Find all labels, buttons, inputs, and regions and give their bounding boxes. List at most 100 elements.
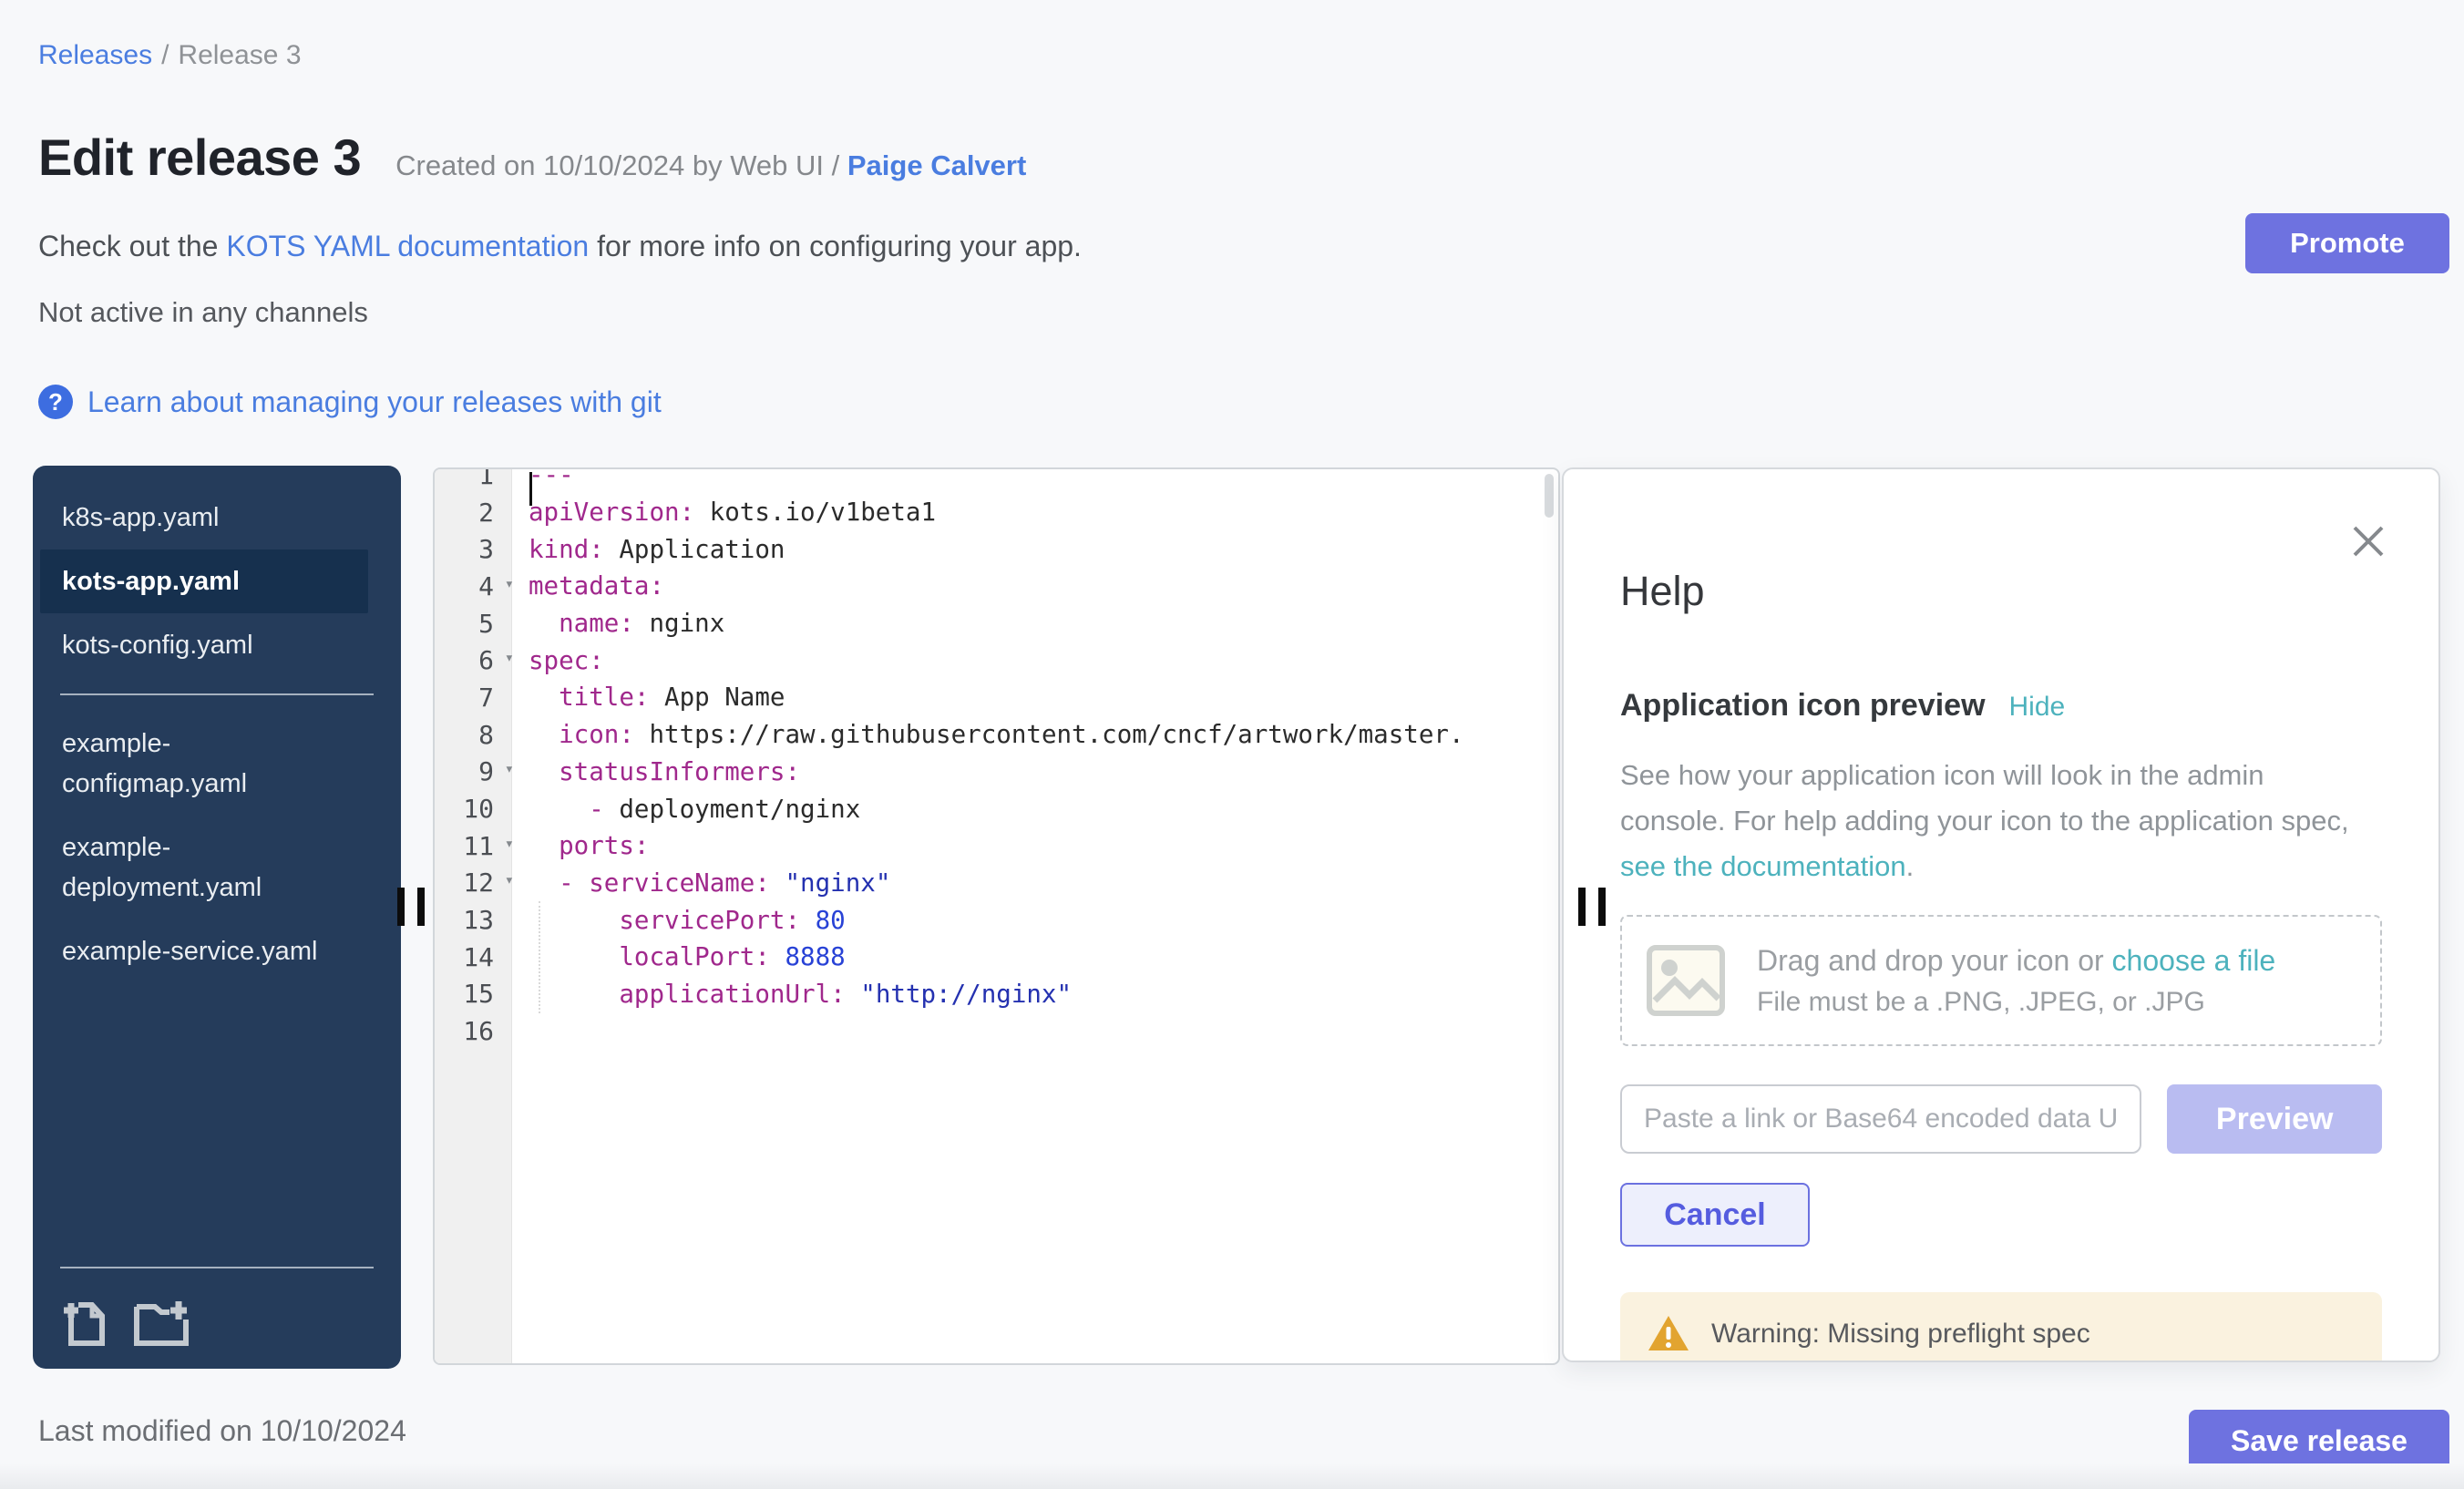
- editor-scrollbar[interactable]: [1545, 474, 1554, 518]
- file-item-example-service.yaml[interactable]: example-service.yaml: [33, 919, 361, 983]
- icon-dropzone[interactable]: Drag and drop your icon or choose a file…: [1620, 915, 2382, 1046]
- file-item-k8s-app.yaml[interactable]: k8s-app.yaml: [33, 486, 361, 549]
- warning-title: Warning: Missing preflight spec: [1711, 1314, 2301, 1354]
- code-line-2[interactable]: 2apiVersion: kots.io/v1beta1: [435, 494, 1558, 531]
- last-modified-text: Last modified on 10/10/2024: [38, 1414, 406, 1448]
- promote-button[interactable]: Promote: [2245, 213, 2449, 273]
- fold-arrow-icon[interactable]: ▾: [505, 871, 514, 889]
- code-line-11[interactable]: 11▾ ports:: [435, 827, 1558, 865]
- code-line-15[interactable]: 15 applicationUrl: "http://nginx": [435, 976, 1558, 1013]
- file-item-kots-config.yaml[interactable]: kots-config.yaml: [33, 613, 361, 677]
- code-line-6[interactable]: 6▾spec:: [435, 642, 1558, 679]
- code-text: - serviceName: "nginx": [512, 868, 890, 898]
- code-line-7[interactable]: 7 title: App Name: [435, 679, 1558, 716]
- code-text: apiVersion: kots.io/v1beta1: [512, 498, 936, 527]
- created-text: Created on 10/10/2024 by Web UI /: [395, 149, 839, 181]
- new-file-icon[interactable]: [62, 1296, 109, 1349]
- code-line-8[interactable]: 8 icon: https://raw.githubusercontent.co…: [435, 716, 1558, 754]
- code-line-14[interactable]: 14 localPort: 8888: [435, 939, 1558, 976]
- code-text: kind: Application: [512, 535, 785, 564]
- fold-arrow-icon[interactable]: ▾: [505, 835, 514, 853]
- git-releases-link[interactable]: Learn about managing your releases with …: [87, 385, 662, 419]
- breadcrumb-releases-link[interactable]: Releases: [38, 40, 152, 70]
- sidebar-resize-handle[interactable]: [397, 888, 427, 926]
- line-number: 6▾: [435, 645, 512, 675]
- file-item-kots-app.yaml[interactable]: kots-app.yaml: [40, 549, 368, 613]
- code-line-16[interactable]: 16: [435, 1012, 1558, 1050]
- preflight-warning-box: Warning: Missing preflight spec Warning …: [1620, 1292, 2382, 1362]
- dropzone-text: Drag and drop your icon or choose a file: [1757, 944, 2275, 978]
- icon-preview-description: See how your application icon will look …: [1620, 753, 2377, 889]
- new-folder-icon[interactable]: [133, 1296, 191, 1349]
- choose-file-link[interactable]: choose a file: [2112, 944, 2276, 977]
- line-number: 5: [435, 609, 512, 639]
- breadcrumb-separator: /: [161, 40, 169, 70]
- code-line-12[interactable]: 12▾ - serviceName: "nginx": [435, 865, 1558, 902]
- code-line-9[interactable]: 9▾ statusInformers:: [435, 754, 1558, 791]
- editor-caret: [529, 472, 532, 506]
- save-release-button[interactable]: Save release: [2189, 1410, 2449, 1472]
- line-number: 13: [435, 905, 512, 935]
- file-list-bottom: example-configmap.yamlexample-deployment…: [33, 712, 401, 983]
- code-lines: 1---2apiVersion: kots.io/v1beta13kind: A…: [435, 467, 1558, 1050]
- help-panel-title: Help: [1620, 568, 2382, 615]
- question-mark-icon: ?: [38, 385, 73, 419]
- code-text: name: nginx: [512, 609, 724, 638]
- code-line-3[interactable]: 3kind: Application: [435, 530, 1558, 568]
- created-author-link[interactable]: Paige Calvert: [847, 149, 1026, 181]
- code-line-4[interactable]: 4▾metadata:: [435, 568, 1558, 605]
- cancel-button[interactable]: Cancel: [1620, 1183, 1810, 1247]
- see-documentation-link[interactable]: see the documentation: [1620, 850, 1906, 882]
- code-line-5[interactable]: 5 name: nginx: [435, 605, 1558, 642]
- close-icon[interactable]: [2347, 520, 2389, 562]
- code-line-13[interactable]: 13 servicePort: 80: [435, 901, 1558, 939]
- line-number: 12▾: [435, 868, 512, 898]
- code-text: localPort: 8888: [512, 942, 846, 971]
- line-number: 3: [435, 534, 512, 564]
- line-number: 1: [435, 467, 512, 490]
- line-number: 11▾: [435, 831, 512, 861]
- line-number: 9▾: [435, 756, 512, 786]
- fold-arrow-icon[interactable]: ▾: [505, 575, 514, 593]
- help-panel-resize-handle[interactable]: [1578, 888, 1608, 926]
- icon-url-input[interactable]: [1620, 1084, 2141, 1154]
- line-number: 14: [435, 942, 512, 972]
- page-title: Edit release 3: [38, 128, 361, 187]
- file-item-example-deployment.yaml[interactable]: example-deployment.yaml: [33, 816, 361, 919]
- docs-prefix: Check out the: [38, 230, 226, 262]
- image-placeholder-icon: [1646, 944, 1726, 1017]
- created-line: Created on 10/10/2024 by Web UI / Paige …: [395, 149, 1026, 182]
- fold-arrow-icon[interactable]: ▾: [505, 649, 514, 667]
- dropzone-file-rule: File must be a .PNG, .JPEG, or .JPG: [1757, 987, 2275, 1018]
- code-text: spec:: [512, 646, 604, 675]
- code-text: applicationUrl: "http://nginx": [512, 980, 1072, 1009]
- description-text: See how your application icon will look …: [1620, 759, 2349, 837]
- git-help-row[interactable]: ? Learn about managing your releases wit…: [38, 385, 662, 419]
- dropzone-prefix: Drag and drop your icon or: [1757, 944, 2112, 977]
- line-number: 2: [435, 498, 512, 528]
- kots-yaml-docs-link[interactable]: KOTS YAML documentation: [226, 230, 589, 262]
- channel-status: Not active in any channels: [38, 296, 368, 329]
- fold-arrow-icon[interactable]: ▾: [505, 760, 514, 778]
- icon-preview-section-title: Application icon preview: [1620, 688, 1986, 724]
- sidebar-footer-divider: [60, 1267, 374, 1268]
- line-number: 8: [435, 720, 512, 750]
- code-text: icon: https://raw.githubusercontent.com/…: [512, 720, 1464, 749]
- yaml-editor[interactable]: 1---2apiVersion: kots.io/v1beta13kind: A…: [433, 467, 1560, 1365]
- indent-guide: [539, 901, 540, 1013]
- line-number: 4▾: [435, 571, 512, 601]
- breadcrumb: Releases / Release 3: [38, 40, 302, 71]
- description-suffix: .: [1906, 850, 1915, 882]
- code-text: metadata:: [512, 571, 664, 601]
- file-list-divider: [60, 693, 374, 695]
- preview-button[interactable]: Preview: [2167, 1084, 2382, 1154]
- code-line-1[interactable]: 1---: [435, 467, 1558, 494]
- code-text: ports:: [512, 831, 649, 860]
- file-item-example-configmap.yaml[interactable]: example-configmap.yaml: [33, 712, 361, 816]
- breadcrumb-current: Release 3: [178, 40, 301, 70]
- line-number: 10: [435, 794, 512, 824]
- hide-link[interactable]: Hide: [2009, 692, 2066, 723]
- code-text: statusInformers:: [512, 757, 800, 786]
- code-line-10[interactable]: 10 - deployment/nginx: [435, 790, 1558, 827]
- code-text: servicePort: 80: [512, 906, 846, 935]
